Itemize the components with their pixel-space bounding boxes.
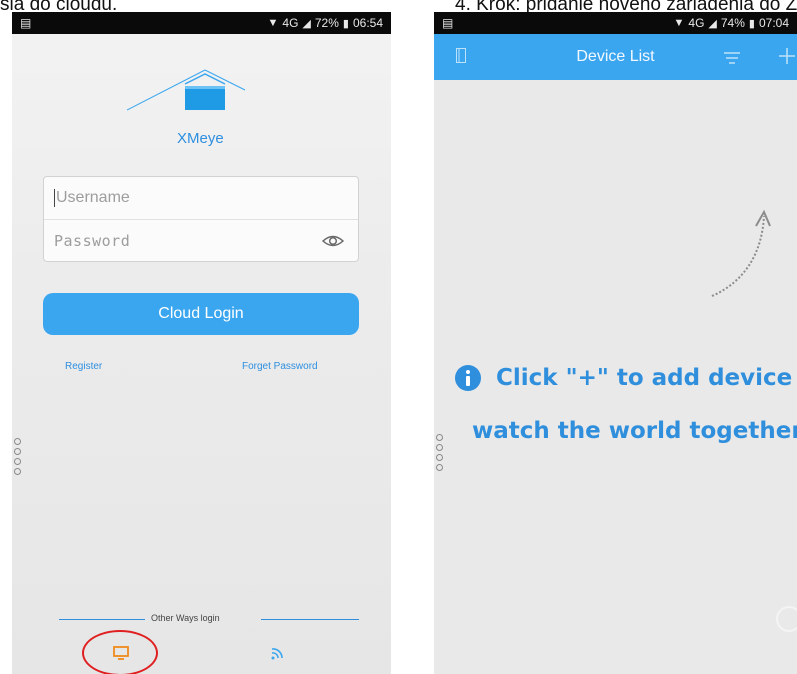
empty-state-message: Click "+" to add device [454,364,792,392]
username-row [44,177,358,220]
status-indicators: ▼ 4G ◢ 74% ▮ 07:04 [674,16,790,30]
text-cursor [54,189,55,207]
sim-card-icon: ▤ [442,16,454,30]
username-input[interactable] [56,189,296,207]
divider-left [59,619,145,620]
wifi-icon[interactable] [270,646,284,660]
status-indicators: ▼ 4G ◢ 72% ▮ 06:54 [268,16,384,30]
screenshot-pair: sia do cloudu. 4. Krok: pridanie nového … [0,0,797,674]
annotation-circle [82,630,158,674]
floating-button[interactable] [776,606,797,632]
battery-icon: ▮ [342,17,349,30]
device-list-screen: ▤ ▼ 4G ◢ 74% ▮ 07:04 Device List Click "… [434,12,797,674]
clock: 07:04 [758,16,789,30]
drag-handle[interactable] [14,438,21,478]
status-bar: ▤ ▼ 4G ◢ 74% ▮ 07:04 [434,12,797,34]
info-icon [455,365,481,391]
network-type: 4G [688,16,705,30]
battery-percent: 74% [720,16,745,30]
forget-password-link[interactable]: Forget Password [242,361,318,372]
cell-signal-icon: ◢ [302,17,311,30]
battery-percent: 72% [314,16,339,30]
password-row [44,220,358,263]
wifi-signal-icon: ▼ [267,17,279,29]
app-bar: Device List [434,34,797,80]
eye-icon[interactable] [322,232,344,250]
cell-signal-icon: ◢ [708,17,717,30]
drag-handle[interactable] [436,434,443,474]
other-ways-label: Other Ways login [151,613,220,623]
battery-icon: ▮ [748,17,755,30]
clock: 06:54 [352,16,383,30]
brand-name: XMeye [177,130,224,147]
house-roof-icon [127,69,246,111]
register-link[interactable]: Register [65,361,102,372]
divider-right [261,619,359,620]
status-bar: ▤ ▼ 4G ◢ 72% ▮ 06:54 [12,12,391,34]
page-title: Device List [576,48,655,65]
empty-state-line-2: watch the world together [472,418,797,444]
cloud-login-button[interactable]: Cloud Login [43,293,359,335]
password-input[interactable] [54,232,294,251]
empty-state-line-1: Click "+" to add device [496,365,793,391]
sim-card-icon: ▤ [20,16,32,30]
network-type: 4G [282,16,299,30]
curved-arrow-icon [711,209,771,297]
wifi-signal-icon: ▼ [673,17,685,29]
plus-icon[interactable] [779,48,795,64]
filter-icon[interactable] [724,52,740,64]
login-screen: ▤ ▼ 4G ◢ 72% ▮ 06:54 XMeye Username Clou… [12,12,391,674]
login-form [43,176,359,262]
